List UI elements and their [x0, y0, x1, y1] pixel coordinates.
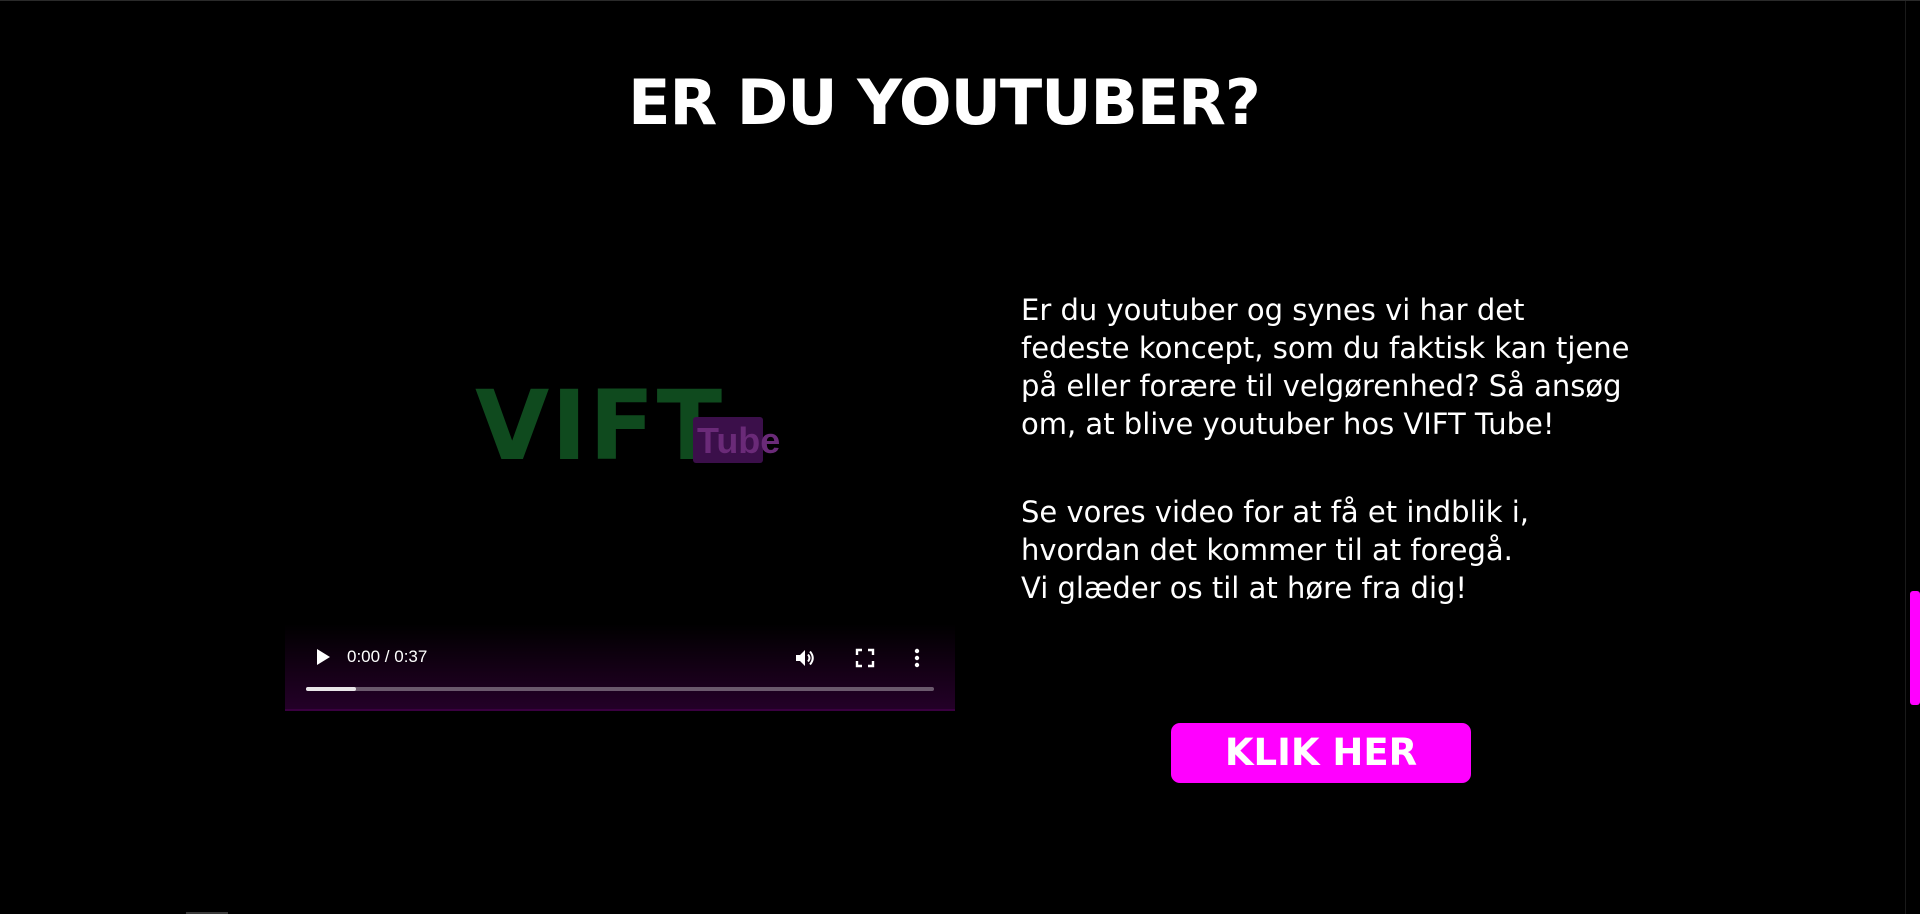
- logo-vift-text: VIFT: [475, 370, 725, 482]
- time-display: 0:00 / 0:37: [347, 647, 428, 666]
- page: ER DU YOUTUBER? VIFT Tube 0:00 / 0:37 Er…: [0, 0, 1920, 914]
- klik-her-button[interactable]: KLIK HER: [1171, 723, 1471, 783]
- description-paragraph-2: Se vores video for at få et indblik i, h…: [1021, 493, 1641, 607]
- video-controls: 0:00 / 0:37: [285, 624, 955, 711]
- scrollbar-thumb[interactable]: [1910, 591, 1920, 705]
- video-player[interactable]: VIFT Tube 0:00 / 0:37: [285, 239, 955, 711]
- more-options-icon[interactable]: [911, 646, 923, 670]
- description-line: Vi glæder os til at høre fra dig!: [1021, 571, 1468, 605]
- video-progress-buffered: [306, 687, 357, 691]
- video-bottom-edge: [285, 709, 955, 711]
- fullscreen-icon[interactable]: [853, 646, 877, 670]
- vift-tube-logo: VIFT Tube: [475, 370, 780, 482]
- video-progress-bar[interactable]: [306, 687, 934, 691]
- logo-tube-text: Tube: [697, 420, 781, 461]
- play-icon[interactable]: [313, 646, 333, 668]
- description-block: Er du youtuber og synes vi har det fedes…: [1021, 291, 1641, 657]
- description-line: Se vores video for at få et indblik i,: [1021, 495, 1529, 529]
- description-paragraph-1: Er du youtuber og synes vi har det fedes…: [1021, 293, 1630, 441]
- page-title: ER DU YOUTUBER?: [628, 66, 1261, 139]
- volume-icon[interactable]: [793, 646, 817, 670]
- page-scrollbar[interactable]: [1905, 1, 1920, 914]
- description-line: hvordan det kommer til at foregå.: [1021, 533, 1513, 567]
